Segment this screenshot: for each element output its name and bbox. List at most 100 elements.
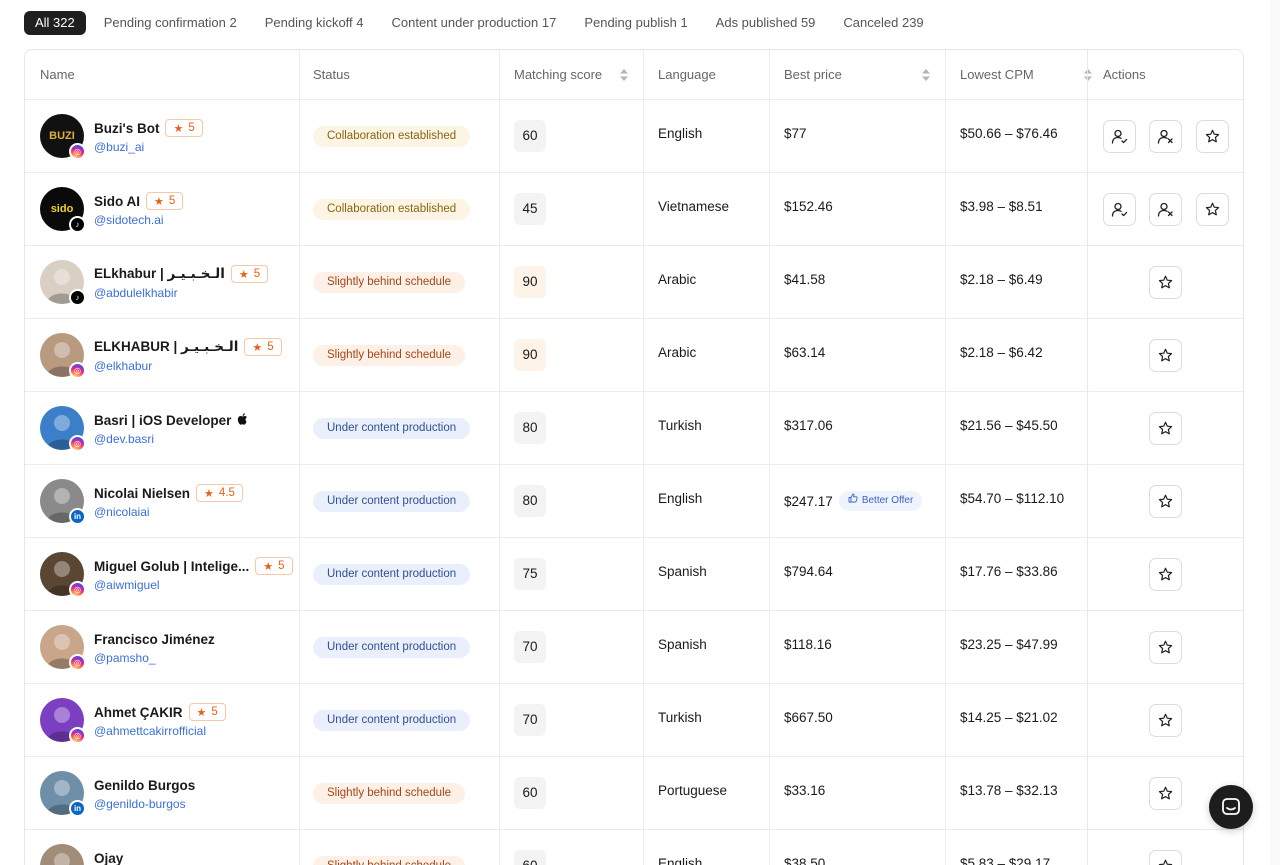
avatar[interactable]: ◎ <box>40 406 86 452</box>
creator-name[interactable]: Francisco Jiménez <box>94 632 215 647</box>
avatar-logo-text: BUZI <box>49 130 75 142</box>
table-row[interactable]: ◎ Basri | iOS Developer @dev.basri Under co… <box>25 392 1243 465</box>
avatar[interactable]: ◎ <box>40 552 86 598</box>
creator-handle-link[interactable]: @genildo-burgos <box>94 797 186 811</box>
creator-name[interactable]: Nicolai Nielsen <box>94 486 190 501</box>
favorite-button[interactable] <box>1149 631 1182 664</box>
table-row[interactable]: in Genildo Burgos @genildo-burgos Slightly … <box>25 757 1243 830</box>
page-scrollbar[interactable] <box>1270 0 1280 865</box>
rating-badge: ★ 5 <box>188 703 226 721</box>
accept-creator-button[interactable] <box>1103 120 1136 153</box>
avatar[interactable]: in <box>40 771 86 817</box>
tab-pending-kickoff[interactable]: Pending kickoff 4 <box>251 11 378 35</box>
best-price-value: $118.16 <box>784 637 832 652</box>
status-badge: Collaboration established <box>313 126 471 147</box>
best-price-value: $152.46 <box>784 199 833 214</box>
table-row[interactable]: ◎ Francisco Jiménez @pamsho_ Under content … <box>25 611 1243 684</box>
thumbs-up-icon <box>848 491 862 511</box>
favorite-button[interactable] <box>1196 120 1229 153</box>
favorite-button[interactable] <box>1149 777 1182 810</box>
table-row[interactable]: in Nicolai Nielsen ★ 4.5 @nicolaiai Under con… <box>25 465 1243 538</box>
creator-name[interactable]: Basri | iOS Developer <box>94 413 231 428</box>
sort-icon[interactable] <box>620 69 628 81</box>
avatar[interactable]: sido ♪ <box>40 187 86 233</box>
column-header-name[interactable]: Name <box>40 50 75 100</box>
favorite-button[interactable] <box>1149 412 1182 445</box>
lowest-cpm: $21.56 – $45.50 <box>960 418 1058 433</box>
creator-handle-link[interactable]: @buzi_ai <box>94 140 144 154</box>
column-header-best-price[interactable]: Best price <box>784 50 842 100</box>
sort-icon[interactable] <box>922 69 930 81</box>
best-price: $118.16 <box>784 637 832 652</box>
avatar[interactable]: BUZI ◎ <box>40 114 86 160</box>
reject-creator-button[interactable] <box>1149 120 1182 153</box>
creator-name[interactable]: Ojay <box>94 851 123 865</box>
tab-canceled[interactable]: Canceled 239 <box>829 11 937 35</box>
creator-handle-link[interactable]: @elkhabur <box>94 359 152 373</box>
instagram-icon: ◎ <box>69 362 86 379</box>
best-price: $38.50 <box>784 856 825 865</box>
creator-name[interactable]: Genildo Burgos <box>94 778 195 793</box>
best-price: $63.14 <box>784 345 825 360</box>
column-header-language[interactable]: Language <box>658 50 716 100</box>
creator-name[interactable]: ELkhabur | الـخـبـيـر <box>94 266 225 282</box>
avatar[interactable]: ◎ <box>40 625 86 671</box>
best-price-value: $317.06 <box>784 418 833 433</box>
language: English <box>658 126 703 141</box>
column-header-matching-score[interactable]: Matching score <box>514 50 602 100</box>
creator-handle-link[interactable]: @nicolaiai <box>94 505 150 519</box>
avatar[interactable]: ♪ <box>40 260 86 306</box>
favorite-button[interactable] <box>1149 850 1182 865</box>
status-badge: Slightly behind schedule <box>313 272 466 293</box>
favorite-button[interactable] <box>1196 193 1229 226</box>
table-row[interactable]: sido ♪ Sido AI ★ 5 @sidotech.ai Collaboration … <box>25 173 1243 246</box>
reject-creator-button[interactable] <box>1149 193 1182 226</box>
tab-pending-confirmation[interactable]: Pending confirmation 2 <box>90 11 251 35</box>
favorite-button[interactable] <box>1149 266 1182 299</box>
favorite-button[interactable] <box>1149 558 1182 591</box>
creator-handle-link[interactable]: @abdulelkhabir <box>94 286 178 300</box>
sort-icon[interactable] <box>1084 69 1092 81</box>
table-row[interactable]: Ojay Slightly behind schedule 60 English $38… <box>25 830 1243 865</box>
creator-name[interactable]: Ahmet ÇAKIR <box>94 705 183 720</box>
matching-score: 60 <box>514 777 546 809</box>
star-icon: ★ <box>173 122 184 135</box>
avatar[interactable]: ◎ <box>40 333 86 379</box>
creator-handle-link[interactable]: @pamsho_ <box>94 651 156 665</box>
chat-launcher-button[interactable] <box>1209 785 1253 829</box>
column-header-lowest-cpm[interactable]: Lowest CPM <box>960 50 1034 100</box>
avatar-logo-text: sido <box>50 203 74 215</box>
profile-photo <box>54 853 70 865</box>
avatar[interactable] <box>40 844 84 865</box>
better-offer-label: Better Offer <box>861 495 914 506</box>
accept-creator-button[interactable] <box>1103 193 1136 226</box>
tab-all[interactable]: All 322 <box>24 11 86 35</box>
language: Spanish <box>658 564 707 579</box>
creator-name[interactable]: Buzi's Bot <box>94 121 159 136</box>
creator-name[interactable]: Sido AI <box>94 194 140 209</box>
creator-handle-link[interactable]: @dev.basri <box>94 432 154 446</box>
status-badge: Under content production <box>313 491 471 512</box>
chat-icon <box>1222 798 1240 815</box>
creator-handle-link[interactable]: @ahmettcakirrofficial <box>94 724 206 738</box>
creator-handle-link[interactable]: @sidotech.ai <box>94 213 164 227</box>
table-row[interactable]: ◎ Miguel Golub | Intelige... ★ 5 @aiwmiguel U… <box>25 538 1243 611</box>
column-header-status[interactable]: Status <box>313 50 350 100</box>
favorite-button[interactable] <box>1149 485 1182 518</box>
best-price-value: $667.50 <box>784 710 833 725</box>
favorite-button[interactable] <box>1149 704 1182 737</box>
favorite-button[interactable] <box>1149 339 1182 372</box>
tab-content-under-production[interactable]: Content under production 17 <box>378 11 571 35</box>
creator-name[interactable]: Miguel Golub | Intelige... <box>94 559 249 574</box>
tab-pending-publish[interactable]: Pending publish 1 <box>570 11 701 35</box>
lowest-cpm: $2.18 – $6.42 <box>960 345 1043 360</box>
table-row[interactable]: ♪ ELkhabur | الـخـبـيـر ★ 5 @abdulelkhabir Sl… <box>25 246 1243 319</box>
avatar[interactable]: ◎ <box>40 698 86 744</box>
creator-handle-link[interactable]: @aiwmiguel <box>94 578 160 592</box>
creator-name[interactable]: ELKHABUR | الـخـبـيـر <box>94 339 238 355</box>
avatar[interactable]: in <box>40 479 86 525</box>
table-row[interactable]: ◎ ELKHABUR | الـخـبـيـر ★ 5 @elkhabur Slightl… <box>25 319 1243 392</box>
table-row[interactable]: BUZI ◎ Buzi's Bot ★ 5 @buzi_ai Collaboration e… <box>25 100 1243 173</box>
table-row[interactable]: ◎ Ahmet ÇAKIR ★ 5 @ahmettcakirrofficial Under… <box>25 684 1243 757</box>
tab-ads-published[interactable]: Ads published 59 <box>702 11 830 35</box>
